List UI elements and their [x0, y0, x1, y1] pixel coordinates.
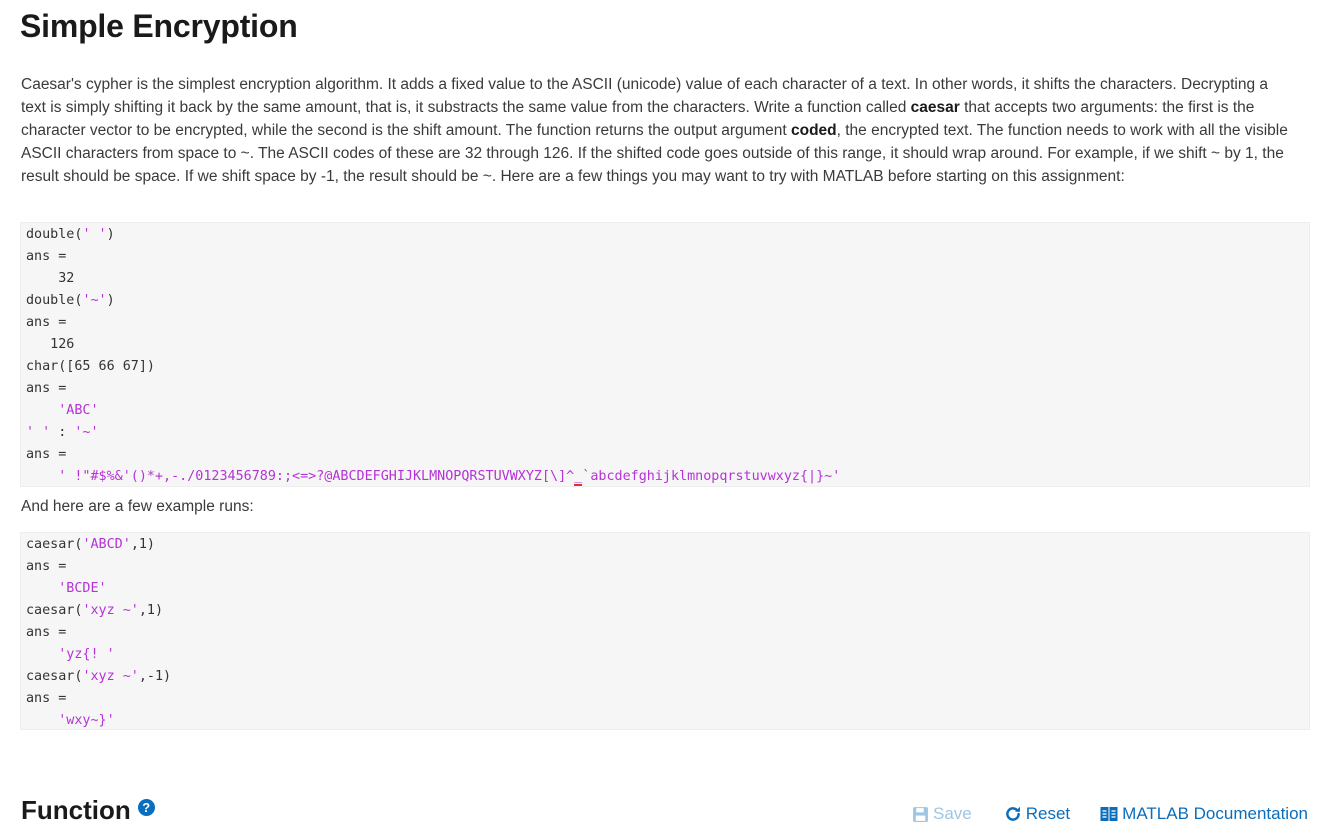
code-string: `abcdefghijklmnopqrstuvwxyz{|}~': [582, 469, 841, 484]
problem-description: Caesar's cypher is the simplest encrypti…: [21, 73, 1291, 188]
code-line: ans =: [26, 691, 67, 706]
book-icon: [1100, 807, 1118, 821]
code-block-matlab-examples: double(' ') ans = 32 double('~') ans = 1…: [20, 222, 1310, 487]
code-string: '~': [74, 425, 99, 440]
example-runs-label: And here are a few example runs:: [21, 498, 254, 515]
code-text: ,1): [138, 603, 164, 618]
code-line: 'wxy~}': [26, 713, 115, 728]
reset-button[interactable]: Reset: [1004, 804, 1070, 824]
code-line: caesar('ABCD',1): [26, 534, 1304, 556]
code-line: ans =: [26, 249, 67, 264]
code-line: double(' '): [26, 224, 1304, 246]
code-line: double('~'): [26, 290, 1304, 312]
code-string: 'xyz ~': [82, 669, 139, 684]
code-line: char([65 66 67]): [26, 359, 155, 374]
code-line: ans =: [26, 315, 67, 330]
code-line: ans =: [26, 381, 67, 396]
code-line: 32: [26, 271, 75, 286]
code-text: :: [50, 425, 75, 440]
code-line: caesar('xyz ~',1): [26, 600, 1304, 622]
function-toolbar: Save Reset MATLAB Documentation: [912, 803, 1308, 825]
code-string: ' ': [26, 425, 51, 440]
doc-label: MATLAB Documentation: [1122, 804, 1308, 823]
code-line: ans =: [26, 625, 67, 640]
save-icon: [913, 806, 928, 822]
code-text: caesar(: [26, 669, 83, 684]
code-text: ,1): [130, 537, 155, 552]
code-text: ,-1): [138, 669, 172, 684]
code-line: caesar('xyz ~',-1): [26, 666, 1304, 688]
code-line: 'BCDE': [26, 581, 107, 596]
save-label: Save: [933, 804, 972, 823]
code-text: double(: [26, 293, 83, 308]
code-string: 'xyz ~': [82, 603, 139, 618]
matlab-documentation-link[interactable]: MATLAB Documentation: [1100, 804, 1308, 824]
code-line: 'ABC': [26, 403, 99, 418]
output-name-bold: coded: [790, 122, 837, 139]
code-text: caesar(: [26, 537, 83, 552]
code-line: ' ' : '~': [26, 422, 1304, 444]
code-text: double(: [26, 227, 83, 242]
code-string: 'ABCD': [82, 537, 131, 552]
code-text: caesar(: [26, 603, 83, 618]
function-heading-text: Function: [21, 795, 131, 825]
code-string: '~': [82, 293, 107, 308]
function-section-title: Function ?: [21, 795, 155, 826]
code-line: 'yz{! ': [26, 647, 115, 662]
function-name-bold: caesar: [910, 99, 960, 116]
code-string: ' !"#$%&'()*+,-./0123456789:;<=>?@ABCDEF…: [26, 469, 575, 484]
code-line: ans =: [26, 447, 67, 462]
code-text: ): [106, 227, 115, 242]
reset-label: Reset: [1025, 804, 1071, 823]
help-icon[interactable]: ?: [137, 799, 155, 816]
page-title: Simple Encryption: [20, 8, 298, 44]
reset-icon: [1005, 806, 1020, 821]
code-text: ): [106, 293, 115, 308]
save-button[interactable]: Save: [912, 804, 972, 824]
code-line: ans =: [26, 559, 67, 574]
code-string: ' ': [82, 227, 107, 242]
code-line: ' !"#$%&'()*+,-./0123456789:;<=>?@ABCDEF…: [26, 466, 1304, 488]
code-line: 126: [26, 337, 75, 352]
code-block-example-runs: caesar('ABCD',1) ans = 'BCDE' caesar('xy…: [20, 532, 1310, 730]
